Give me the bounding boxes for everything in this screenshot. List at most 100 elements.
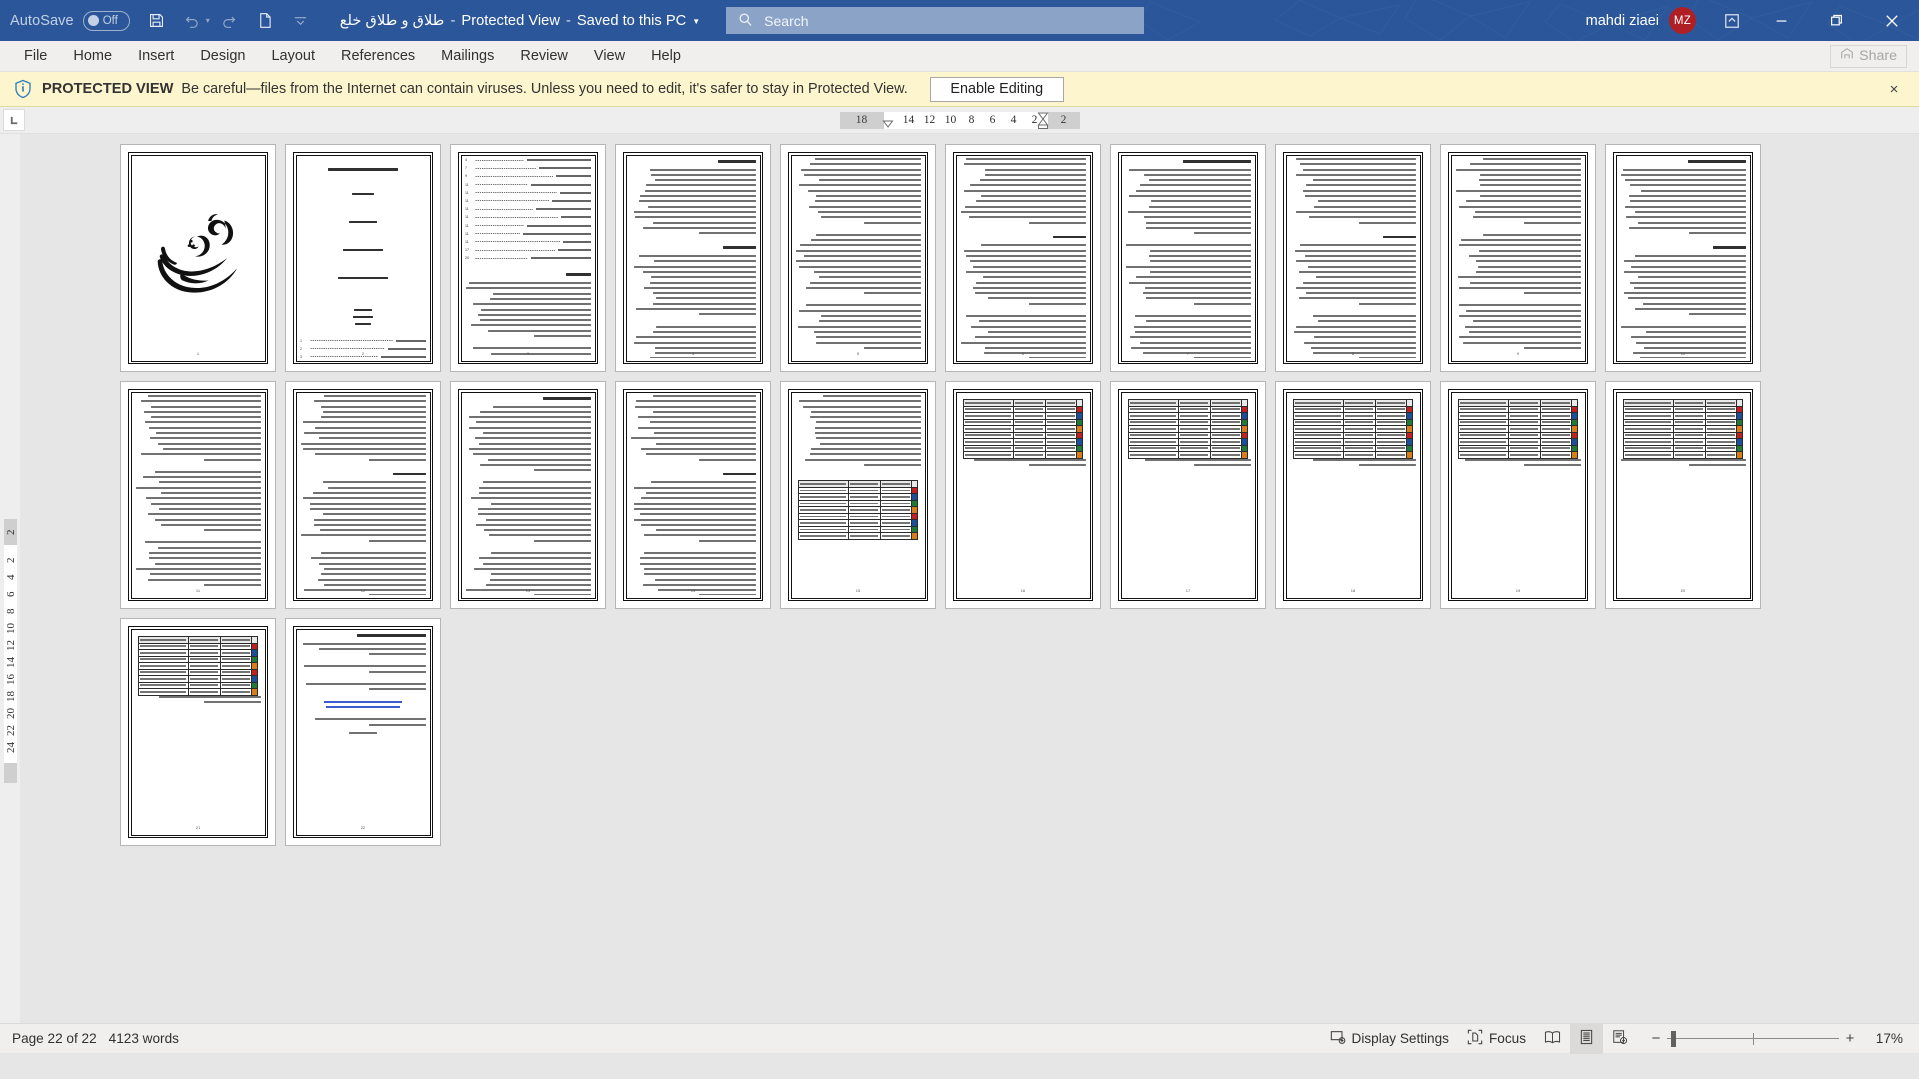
minimize-icon[interactable]	[1754, 0, 1809, 41]
enable-editing-button[interactable]: Enable Editing	[929, 76, 1064, 102]
save-icon[interactable]	[140, 4, 174, 38]
ruler-left-margin[interactable]: 18	[839, 111, 884, 129]
zoom-level-label[interactable]: 17%	[1869, 1031, 1915, 1046]
page-thumbnail[interactable]: 18	[1275, 381, 1431, 609]
view-web-layout-button[interactable]	[1603, 1024, 1637, 1054]
page-thumbnail[interactable]: 8	[1275, 144, 1431, 372]
page-thumbnail[interactable]: 9	[1440, 144, 1596, 372]
tab-review[interactable]: Review	[507, 41, 581, 72]
page-thumbnail[interactable]: 4	[615, 144, 771, 372]
undo-icon[interactable]	[176, 4, 210, 38]
ruler-right-margin-number: 2	[1060, 114, 1067, 126]
restore-icon[interactable]	[1809, 0, 1864, 41]
account-name[interactable]: mahdi ziaei	[1586, 13, 1659, 29]
new-doc-icon[interactable]	[248, 4, 282, 38]
toc-row[interactable]: 11	[465, 183, 591, 187]
page-thumbnail[interactable]: 1	[120, 144, 276, 372]
tab-references[interactable]: References	[328, 41, 428, 72]
toc-row[interactable]: 11	[465, 224, 591, 228]
page-thumbnail[interactable]: 14	[615, 381, 771, 609]
page-indicator[interactable]: Page 22 of 22	[12, 1024, 109, 1054]
page-content: 8	[1290, 158, 1416, 358]
autosave-toggle[interactable]: Off	[82, 10, 130, 31]
text-line	[638, 200, 756, 203]
text-line	[803, 255, 921, 258]
toc-dot-leader	[475, 249, 556, 251]
zoom-slider-track[interactable]	[1667, 1024, 1839, 1054]
toc-row[interactable]: 11	[465, 240, 591, 244]
tab-insert[interactable]: Insert	[125, 41, 187, 72]
close-icon[interactable]	[1864, 0, 1919, 41]
zoom-slider[interactable]: − +	[1645, 1024, 1861, 1054]
undo-dropdown-icon[interactable]: ▾	[206, 16, 210, 25]
page-thumbnail[interactable]: 6	[945, 144, 1101, 372]
ribbon-display-options-icon[interactable]	[1710, 0, 1754, 41]
horizontal-ruler[interactable]: 18 14 12 10 8 6 4 2 2	[839, 110, 1080, 130]
page-thumbnail[interactable]: 22	[285, 618, 441, 846]
word-count[interactable]: 4123 words	[109, 1024, 191, 1054]
redo-icon[interactable]	[212, 4, 246, 38]
zoom-slider-thumb[interactable]	[1671, 1030, 1676, 1047]
search-box[interactable]: Search	[726, 7, 1145, 34]
tab-view[interactable]: View	[581, 41, 638, 72]
zoom-in-button[interactable]: +	[1839, 1030, 1861, 1047]
ruler-page-area[interactable]: 14 12 10 8 6 4 2	[882, 111, 1051, 129]
avatar[interactable]: MZ	[1669, 7, 1696, 34]
toc-row[interactable]: 11	[465, 215, 591, 219]
tab-help[interactable]: Help	[638, 41, 694, 72]
toc-row[interactable]: 9	[465, 174, 591, 178]
text-line	[1475, 210, 1581, 213]
hyperlink-line[interactable]	[326, 706, 400, 709]
page-thumbnail[interactable]: 16	[945, 381, 1101, 609]
saved-state-dropdown-icon[interactable]: ▼	[692, 17, 700, 26]
toc-row[interactable]: 7	[465, 166, 591, 170]
page-thumbnail[interactable]: 1 2 3 4 2	[285, 144, 441, 372]
view-print-layout-button[interactable]	[1570, 1023, 1603, 1054]
text-line	[1143, 173, 1251, 176]
tab-layout[interactable]: Layout	[258, 41, 328, 72]
page-thumbnail[interactable]: 17	[1110, 381, 1266, 609]
toc-row[interactable]: 11	[465, 207, 591, 211]
page-thumbnail[interactable]: 13	[450, 381, 606, 609]
first-line-indent-marker[interactable]	[882, 112, 896, 129]
toc-row[interactable]: 11	[465, 191, 591, 195]
toc-row[interactable]: 4	[465, 158, 591, 162]
page-thumbnail[interactable]: 4 7 9 11 11 11 11 11 11 11 11 17 20 3	[450, 144, 606, 372]
toc-page-number: 9	[465, 174, 467, 179]
toc-row[interactable]: 11	[465, 199, 591, 203]
tab-file[interactable]: File	[11, 41, 60, 72]
toc-row[interactable]: 11	[465, 232, 591, 236]
tab-mailings[interactable]: Mailings	[428, 41, 507, 72]
pages-scroll-area[interactable]: 1 1 2 3 4 2	[20, 134, 1919, 1023]
tab-home[interactable]: Home	[60, 41, 125, 72]
hyperlink-line[interactable]	[323, 700, 403, 703]
ruler-right-margin[interactable]: 2	[1047, 111, 1080, 129]
page-thumbnail[interactable]: 15	[780, 381, 936, 609]
vertical-ruler[interactable]: 2 2 4 6 8 10 12 14 16 18 20 22 24	[0, 134, 20, 1023]
text-line	[1478, 249, 1581, 252]
saved-state-label[interactable]: Saved to this PC	[577, 13, 686, 29]
page-thumbnail[interactable]: 11	[120, 381, 276, 609]
customize-quick-access-icon[interactable]	[284, 4, 318, 38]
zoom-out-button[interactable]: −	[1645, 1030, 1667, 1047]
page-thumbnail[interactable]: 10	[1605, 144, 1761, 372]
share-button[interactable]: Share	[1830, 44, 1907, 68]
tab-design[interactable]: Design	[187, 41, 258, 72]
page-thumbnail[interactable]: 12	[285, 381, 441, 609]
page-thumbnail[interactable]: 21	[120, 618, 276, 846]
page-thumbnail[interactable]: 19	[1440, 381, 1596, 609]
toc-row[interactable]: 1	[300, 339, 426, 343]
affiliation-line	[342, 248, 384, 251]
page-thumbnail[interactable]: 20	[1605, 381, 1761, 609]
close-icon[interactable]: ×	[1883, 78, 1905, 100]
toc-row[interactable]: 17	[465, 248, 591, 252]
text-line	[156, 432, 261, 435]
page-thumbnail[interactable]: 7	[1110, 144, 1266, 372]
page-thumbnail[interactable]: 5	[780, 144, 936, 372]
view-read-mode-button[interactable]	[1535, 1024, 1570, 1054]
toc-row[interactable]: 20	[465, 256, 591, 260]
tab-stop-selector[interactable]	[3, 109, 25, 131]
focus-mode-button[interactable]: Focus	[1458, 1024, 1535, 1054]
hanging-indent-marker[interactable]	[1037, 112, 1051, 129]
display-settings-button[interactable]: Display Settings	[1321, 1024, 1458, 1054]
